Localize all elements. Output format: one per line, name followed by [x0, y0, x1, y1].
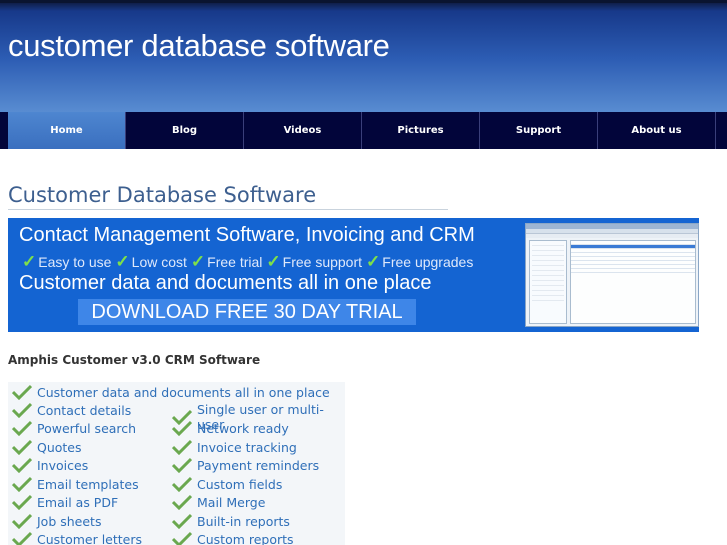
- check-icon: [12, 420, 32, 436]
- check-icon: ✓: [22, 252, 37, 271]
- feature-label: Built-in reports: [197, 513, 290, 529]
- feature-label: Powerful search: [37, 420, 137, 436]
- feature-item: Custom fields: [172, 476, 282, 492]
- app-screenshot-thumbnail: [525, 223, 699, 327]
- feature-label: Job sheets: [37, 513, 102, 529]
- nav-item-videos[interactable]: Videos: [244, 112, 362, 149]
- site-header: customer database software: [0, 0, 727, 112]
- benefit-item: ✓ Easy to use: [22, 252, 111, 272]
- feature-item: Invoice tracking: [172, 439, 297, 455]
- check-icon: ✓: [366, 252, 381, 271]
- check-icon: [12, 457, 32, 473]
- feature-label: Custom fields: [197, 476, 283, 492]
- benefit-label: Free support: [282, 254, 363, 270]
- thumbnail-toolbar: [526, 234, 698, 238]
- feature-item: Network ready: [172, 420, 289, 436]
- check-icon: [172, 513, 192, 529]
- main-content: Customer Database Software Contact Manag…: [0, 149, 727, 545]
- feature-label: Mail Merge: [197, 494, 266, 510]
- check-icon: [172, 476, 192, 492]
- check-icon: [172, 457, 192, 473]
- feature-item: Custom reports: [172, 531, 294, 545]
- thumbnail-grid-row: [571, 269, 695, 273]
- check-icon: [12, 494, 32, 510]
- feature-item: Built-in reports: [172, 513, 290, 529]
- feature-label: Email as PDF: [37, 494, 119, 510]
- banner-benefits: ✓ Easy to use ✓ Low cost ✓ Free trial ✓ Free…: [22, 252, 473, 272]
- check-icon: [12, 439, 32, 455]
- feature-item: Quotes: [12, 439, 82, 455]
- feature-item: Email templates: [12, 476, 139, 492]
- feature-label: Invoices: [37, 457, 89, 473]
- thumbnail-sidebar: [529, 240, 567, 324]
- benefit-label: Free upgrades: [382, 254, 474, 270]
- feature-label: Payment reminders: [197, 457, 320, 473]
- feature-label: Invoice tracking: [197, 439, 297, 455]
- feature-label: Contact details: [37, 402, 132, 418]
- check-icon: ✓: [115, 252, 130, 271]
- banner-headline: Contact Management Software, Invoicing a…: [19, 224, 475, 246]
- heading-divider: [8, 209, 448, 210]
- thumbnail-grid: [570, 240, 696, 324]
- check-icon: [12, 513, 32, 529]
- benefit-label: Easy to use: [38, 254, 112, 270]
- feature-label: Customer letters: [37, 531, 142, 545]
- thumbnail-sidebar-row: [532, 296, 564, 301]
- benefit-label: Low cost: [131, 254, 187, 270]
- feature-label: Customer data and documents all in one p…: [37, 384, 330, 400]
- page-title: Customer Database Software: [8, 183, 317, 207]
- check-icon: [12, 476, 32, 492]
- nav-item-home[interactable]: Home: [8, 112, 126, 149]
- nav-item-pictures[interactable]: Pictures: [362, 112, 480, 149]
- feature-label: Quotes: [37, 439, 82, 455]
- nav-item-about-us[interactable]: About us: [598, 112, 716, 149]
- check-icon: [172, 494, 192, 510]
- benefit-item: ✓ Free trial: [191, 252, 262, 272]
- check-icon: [172, 531, 192, 545]
- feature-item: Customer letters: [12, 531, 142, 545]
- feature-list: Customer data and documents all in one p…: [8, 382, 345, 545]
- check-icon: ✓: [266, 252, 281, 271]
- benefit-item: ✓ Low cost: [115, 252, 187, 272]
- download-trial-button[interactable]: DOWNLOAD FREE 30 DAY TRIAL: [78, 299, 416, 325]
- check-icon: [12, 402, 32, 418]
- check-icon: [12, 531, 32, 545]
- check-icon: [172, 420, 192, 436]
- nav-item-support[interactable]: Support: [480, 112, 598, 149]
- feature-item: Contact details: [12, 402, 131, 418]
- feature-item: Mail Merge: [172, 494, 265, 510]
- feature-item: Payment reminders: [172, 457, 319, 473]
- feature-item: Invoices: [12, 457, 88, 473]
- nav-item-blog[interactable]: Blog: [126, 112, 244, 149]
- check-icon: [172, 439, 192, 455]
- benefit-item: ✓ Free support: [266, 252, 362, 272]
- product-heading: Amphis Customer v3.0 CRM Software: [8, 353, 261, 367]
- feature-item: Customer data and documents all in one p…: [12, 384, 330, 400]
- feature-label: Email templates: [37, 476, 139, 492]
- feature-item: Powerful search: [12, 420, 136, 436]
- feature-item: Email as PDF: [12, 494, 118, 510]
- benefit-label: Free trial: [207, 254, 263, 270]
- benefit-item: ✓ Free upgrades: [366, 252, 473, 272]
- site-title[interactable]: customer database software: [8, 28, 390, 64]
- feature-label: Custom reports: [197, 531, 294, 545]
- check-icon: ✓: [190, 252, 206, 271]
- banner-subline: Customer data and documents all in one p…: [19, 272, 432, 294]
- feature-item: Job sheets: [12, 513, 101, 529]
- check-icon: [12, 384, 32, 400]
- main-nav: Home Blog Videos Pictures Support About …: [0, 112, 727, 149]
- feature-label: Network ready: [197, 420, 289, 436]
- download-banner[interactable]: Contact Management Software, Invoicing a…: [8, 218, 699, 332]
